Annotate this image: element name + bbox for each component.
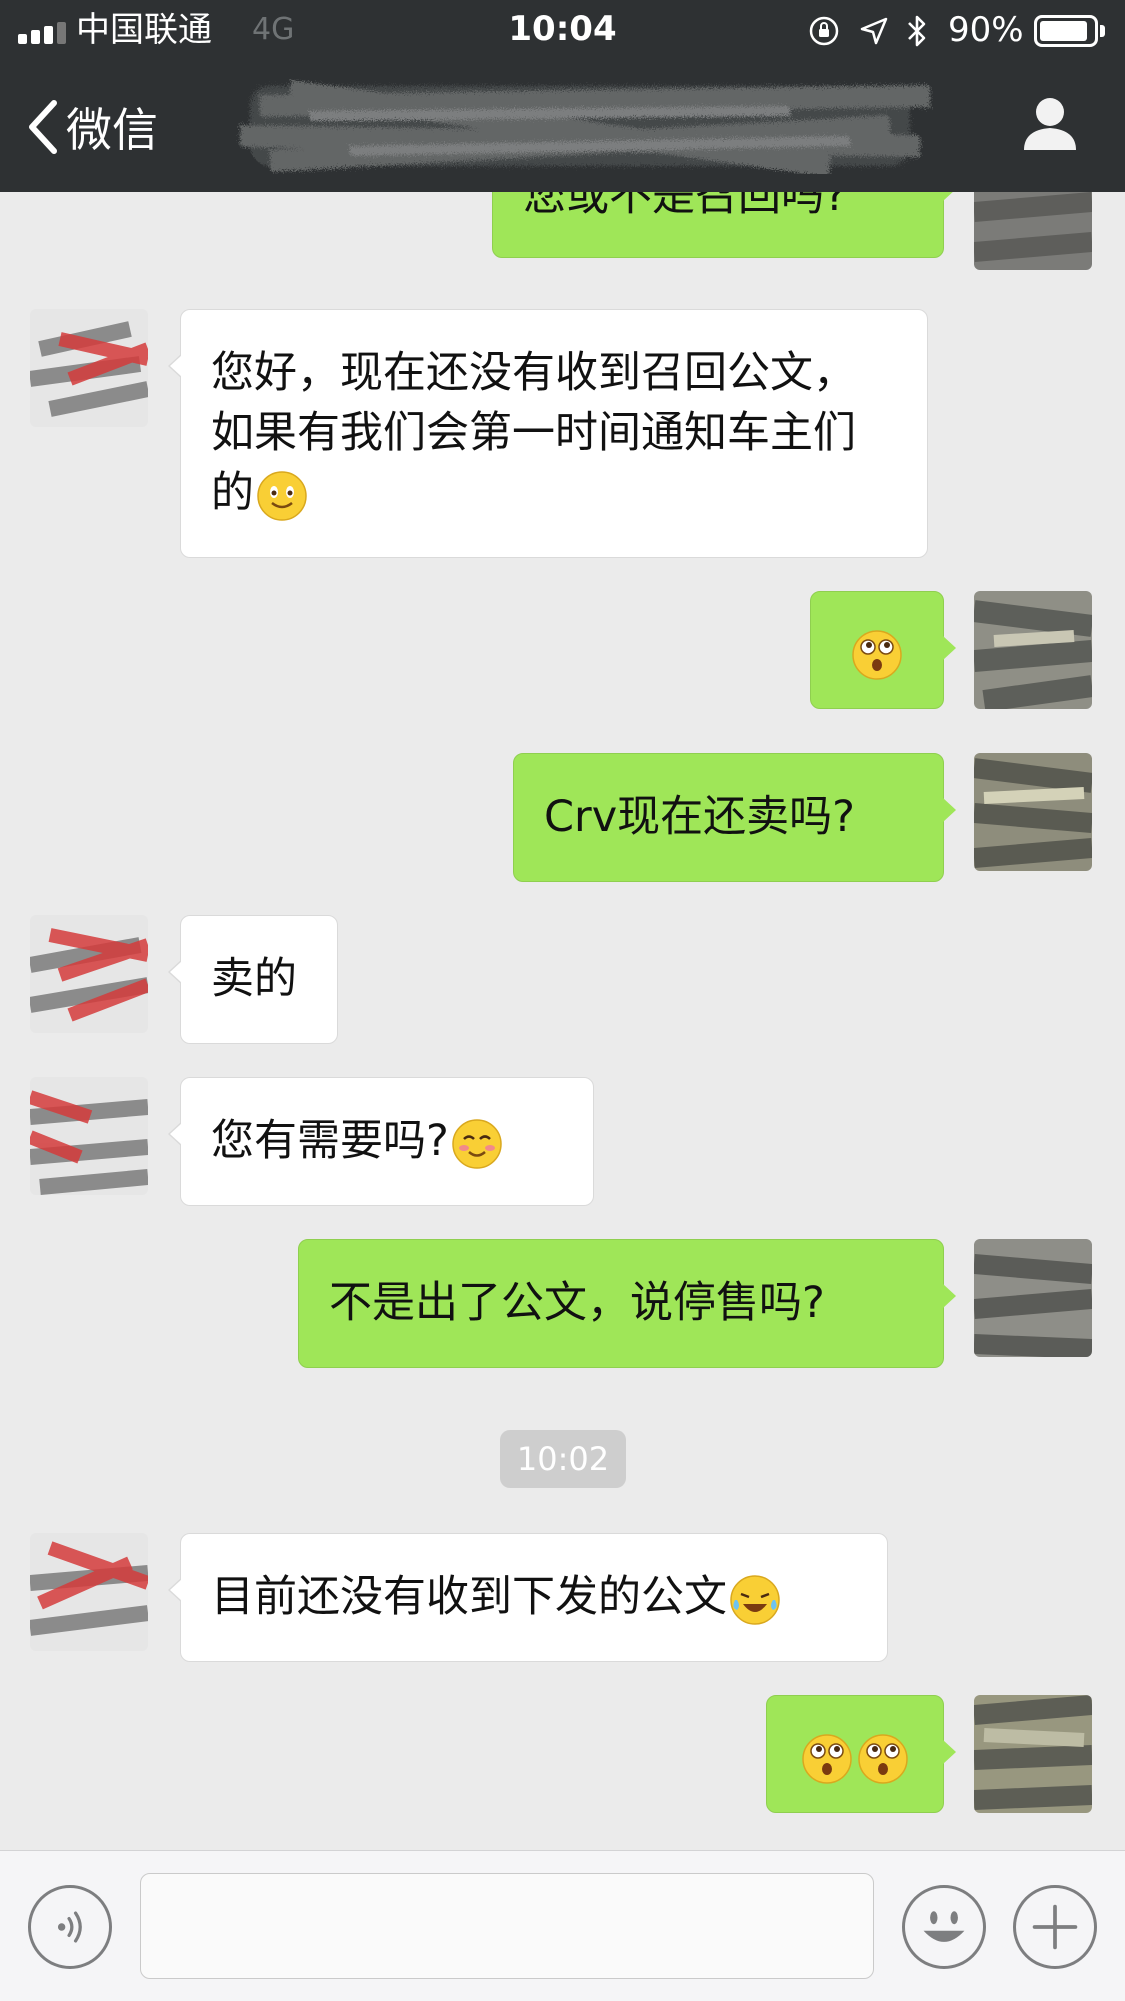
- message-text: Crv现在还卖吗?: [544, 792, 855, 842]
- dizzy-eyes-emoji-icon: [851, 629, 903, 681]
- message-bubble-out[interactable]: Crv现在还卖吗?: [513, 753, 956, 882]
- message-text: 不是出了公文，说停售吗?: [329, 1278, 825, 1328]
- message-bubble-out[interactable]: [766, 1695, 956, 1813]
- laugh-cry-emoji-icon: [729, 1574, 781, 1626]
- message-timestamp: 10:02: [500, 1430, 626, 1488]
- back-button[interactable]: 微信: [24, 90, 158, 164]
- message-bubble-in[interactable]: 您好，现在还没有收到召回公文，如果有我们会第一时间通知车主们的: [168, 309, 928, 558]
- emoji-icon: [923, 1911, 965, 1942]
- message-bubble-out[interactable]: 不是出了公文，说停售吗?: [298, 1239, 956, 1368]
- dizzy-eyes-emoji-icon: [857, 1733, 909, 1785]
- orientation-lock-icon: [809, 16, 839, 46]
- avatar-dealer[interactable]: [30, 309, 148, 427]
- battery-tip: [1100, 25, 1105, 37]
- battery-icon: [1034, 15, 1098, 47]
- message-bubble-in[interactable]: 您有需要吗?: [168, 1077, 594, 1206]
- avatar-dealer[interactable]: [30, 1077, 148, 1195]
- dizzy-eyes-emoji-icon: [801, 1733, 853, 1785]
- blush-emoji-icon: [451, 1118, 503, 1170]
- voice-icon: [57, 1911, 82, 1943]
- smile-emoji-icon: [256, 470, 308, 522]
- back-label: 微信: [66, 103, 158, 157]
- redacted-chat-title: [239, 80, 931, 177]
- battery-level: [1040, 21, 1087, 41]
- avatar-self[interactable]: [974, 591, 1092, 709]
- message-bubble-out[interactable]: [810, 591, 956, 709]
- message-bubble-in[interactable]: 目前还没有收到下发的公文: [168, 1533, 888, 1662]
- chat-area[interactable]: 您或不是召回吗? 您好，现在还没有收到召回公文，如果有我们会第一时间通知车主们的…: [0, 192, 1125, 1850]
- location-arrow-icon: [860, 17, 888, 45]
- nav-bar: 微信: [0, 62, 1125, 192]
- profile-icon: [1024, 98, 1076, 150]
- status-icons: [806, 12, 928, 50]
- avatar-self[interactable]: [974, 1695, 1092, 1813]
- message-bubble-in[interactable]: 卖的: [168, 915, 338, 1044]
- profile-button[interactable]: [1018, 90, 1082, 160]
- bluetooth-icon: [908, 15, 926, 47]
- avatar-dealer[interactable]: [30, 1533, 148, 1651]
- voice-button[interactable]: [28, 1885, 112, 1969]
- chevron-left-icon: [29, 100, 57, 154]
- message-text: 卖的: [211, 954, 297, 1004]
- avatar-dealer[interactable]: [30, 915, 148, 1033]
- plus-button[interactable]: [1013, 1885, 1097, 1969]
- input-bar: [0, 1850, 1125, 2001]
- message-text: 目前还没有收到下发的公文: [211, 1572, 727, 1622]
- message-text: 您有需要吗?: [211, 1116, 449, 1166]
- battery-percentage: 90%: [948, 10, 1024, 50]
- avatar-self[interactable]: [974, 753, 1092, 871]
- top-bar: 中国联通 4G 10:04 90% 微信: [0, 0, 1125, 192]
- message-bubble-out[interactable]: 您或不是召回吗?: [492, 192, 956, 258]
- message-input[interactable]: [140, 1873, 874, 1979]
- avatar-self[interactable]: [974, 192, 1092, 270]
- message-text: 您或不是召回吗?: [523, 192, 847, 221]
- status-bar: 中国联通 4G 10:04 90%: [0, 0, 1125, 62]
- avatar-self[interactable]: [974, 1239, 1092, 1357]
- emoji-button[interactable]: [902, 1885, 986, 1969]
- plus-icon: [1032, 1904, 1078, 1950]
